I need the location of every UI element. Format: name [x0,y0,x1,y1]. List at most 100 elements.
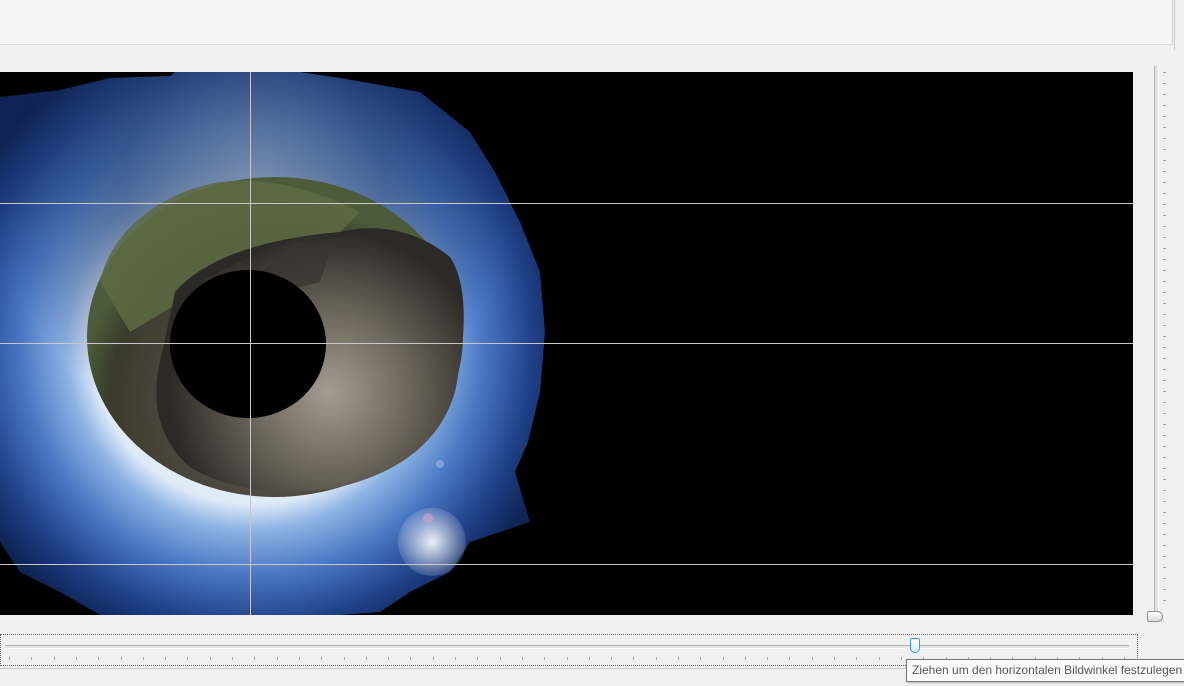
vertical-slider-tick [1163,94,1166,95]
horizontal-slider-tick [522,657,523,660]
vertical-slider-tick [1163,589,1166,590]
vertical-slider-tick [1163,138,1166,139]
vertical-slider-tick [1163,413,1166,414]
horizontal-slider-tick [834,657,835,660]
vertical-slider-tick [1163,545,1166,546]
vertical-slider-tick [1163,149,1166,150]
horizontal-slider-tick [31,657,32,660]
vertical-slider-tick [1163,303,1166,304]
vertical-slider-tick [1163,259,1166,260]
vertical-slider-tick [1163,336,1166,337]
horizontal-slider-tick [299,657,300,660]
vertical-slider-tick [1163,457,1166,458]
panel-edge [1174,0,1184,50]
horizontal-slider-tick [165,657,166,660]
vertical-slider-tick [1163,512,1166,513]
fast-preview-window: Ziehen um den horizontalen Bildwinkel fe… [0,0,1184,686]
slider-tooltip: Ziehen um den horizontalen Bildwinkel fe… [906,659,1184,682]
vertical-slider-tick [1163,237,1166,238]
horizontal-slider-tick [767,657,768,660]
vertical-slider-tick [1163,83,1166,84]
horizontal-slider-tick [321,657,322,660]
vertical-slider-tick [1163,369,1166,370]
vertical-fov-track[interactable] [1154,66,1159,616]
horizontal-slider-tick [700,657,701,660]
lens-flare-dot [436,460,444,468]
vertical-slider-tick [1163,160,1166,161]
horizontal-fov-track[interactable] [5,645,1129,649]
horizontal-slider-tick [455,657,456,660]
panorama-image [0,72,1133,615]
vertical-slider-tick [1163,72,1166,73]
horizontal-slider-tick [277,657,278,660]
vertical-slider-tick [1163,501,1166,502]
horizontal-slider-tick [589,657,590,660]
horizontal-slider-tick [98,657,99,660]
horizontal-slider-tick [656,657,657,660]
vertical-slider-tick [1163,468,1166,469]
vertical-slider-tick [1163,391,1166,392]
panorama-preview-canvas[interactable] [0,72,1133,615]
vertical-slider-tick [1163,380,1166,381]
horizontal-slider-tick [477,657,478,660]
horizontal-slider-tick [789,657,790,660]
vertical-slider-tick [1163,523,1166,524]
vertical-slider-tick [1163,490,1166,491]
horizontal-slider-tick [901,657,902,660]
vertical-slider-tick [1163,556,1166,557]
horizontal-slider-tick [723,657,724,660]
vertical-slider-tick [1163,292,1166,293]
vertical-fov-slider[interactable] [1147,62,1169,622]
horizontal-slider-tick [611,657,612,660]
vertical-slider-tick [1163,226,1166,227]
vertical-slider-tick [1163,105,1166,106]
vertical-slider-tick [1163,314,1166,315]
horizontal-slider-tick [812,657,813,660]
horizontal-slider-tick [9,657,10,660]
toolbar-panel [0,0,1173,45]
vertical-slider-tick [1163,215,1166,216]
horizontal-slider-tick [254,657,255,660]
vertical-slider-tick [1163,424,1166,425]
vertical-slider-tick [1163,248,1166,249]
vertical-slider-tick [1163,193,1166,194]
horizontal-slider-tick [344,657,345,660]
vertical-slider-tick [1163,534,1166,535]
vertical-slider-tick [1163,325,1166,326]
horizontal-slider-tick [388,657,389,660]
horizontal-slider-tick [232,657,233,660]
horizontal-slider-tick [879,657,880,660]
vertical-slider-tick [1163,182,1166,183]
horizontal-slider-tick [366,657,367,660]
horizontal-slider-tick [567,657,568,660]
vertical-slider-tick [1163,171,1166,172]
horizontal-slider-tick [121,657,122,660]
horizontal-slider-tick [633,657,634,660]
vertical-slider-tick [1163,600,1166,601]
vertical-slider-tick [1163,479,1166,480]
vertical-slider-tick [1163,347,1166,348]
vertical-slider-tick [1163,127,1166,128]
horizontal-slider-tick [76,657,77,660]
horizontal-slider-tick [544,657,545,660]
vertical-slider-tick [1163,446,1166,447]
horizontal-fov-thumb[interactable] [910,638,920,653]
vertical-slider-tick [1163,567,1166,568]
vertical-slider-tick [1163,270,1166,271]
vertical-slider-tick [1163,578,1166,579]
horizontal-slider-tick [433,657,434,660]
horizontal-slider-tick [210,657,211,660]
vertical-slider-tick [1163,116,1166,117]
horizontal-slider-tick [143,657,144,660]
horizontal-slider-tick [410,657,411,660]
vertical-slider-tick [1163,281,1166,282]
vertical-slider-tick [1163,358,1166,359]
vertical-slider-tick [1163,435,1166,436]
lens-flare-dot [423,513,433,523]
vertical-slider-tick [1163,402,1166,403]
horizontal-slider-tick [54,657,55,660]
vertical-fov-thumb[interactable] [1147,611,1163,622]
horizontal-slider-tick [187,657,188,660]
horizontal-slider-tick [678,657,679,660]
horizontal-slider-tick [500,657,501,660]
